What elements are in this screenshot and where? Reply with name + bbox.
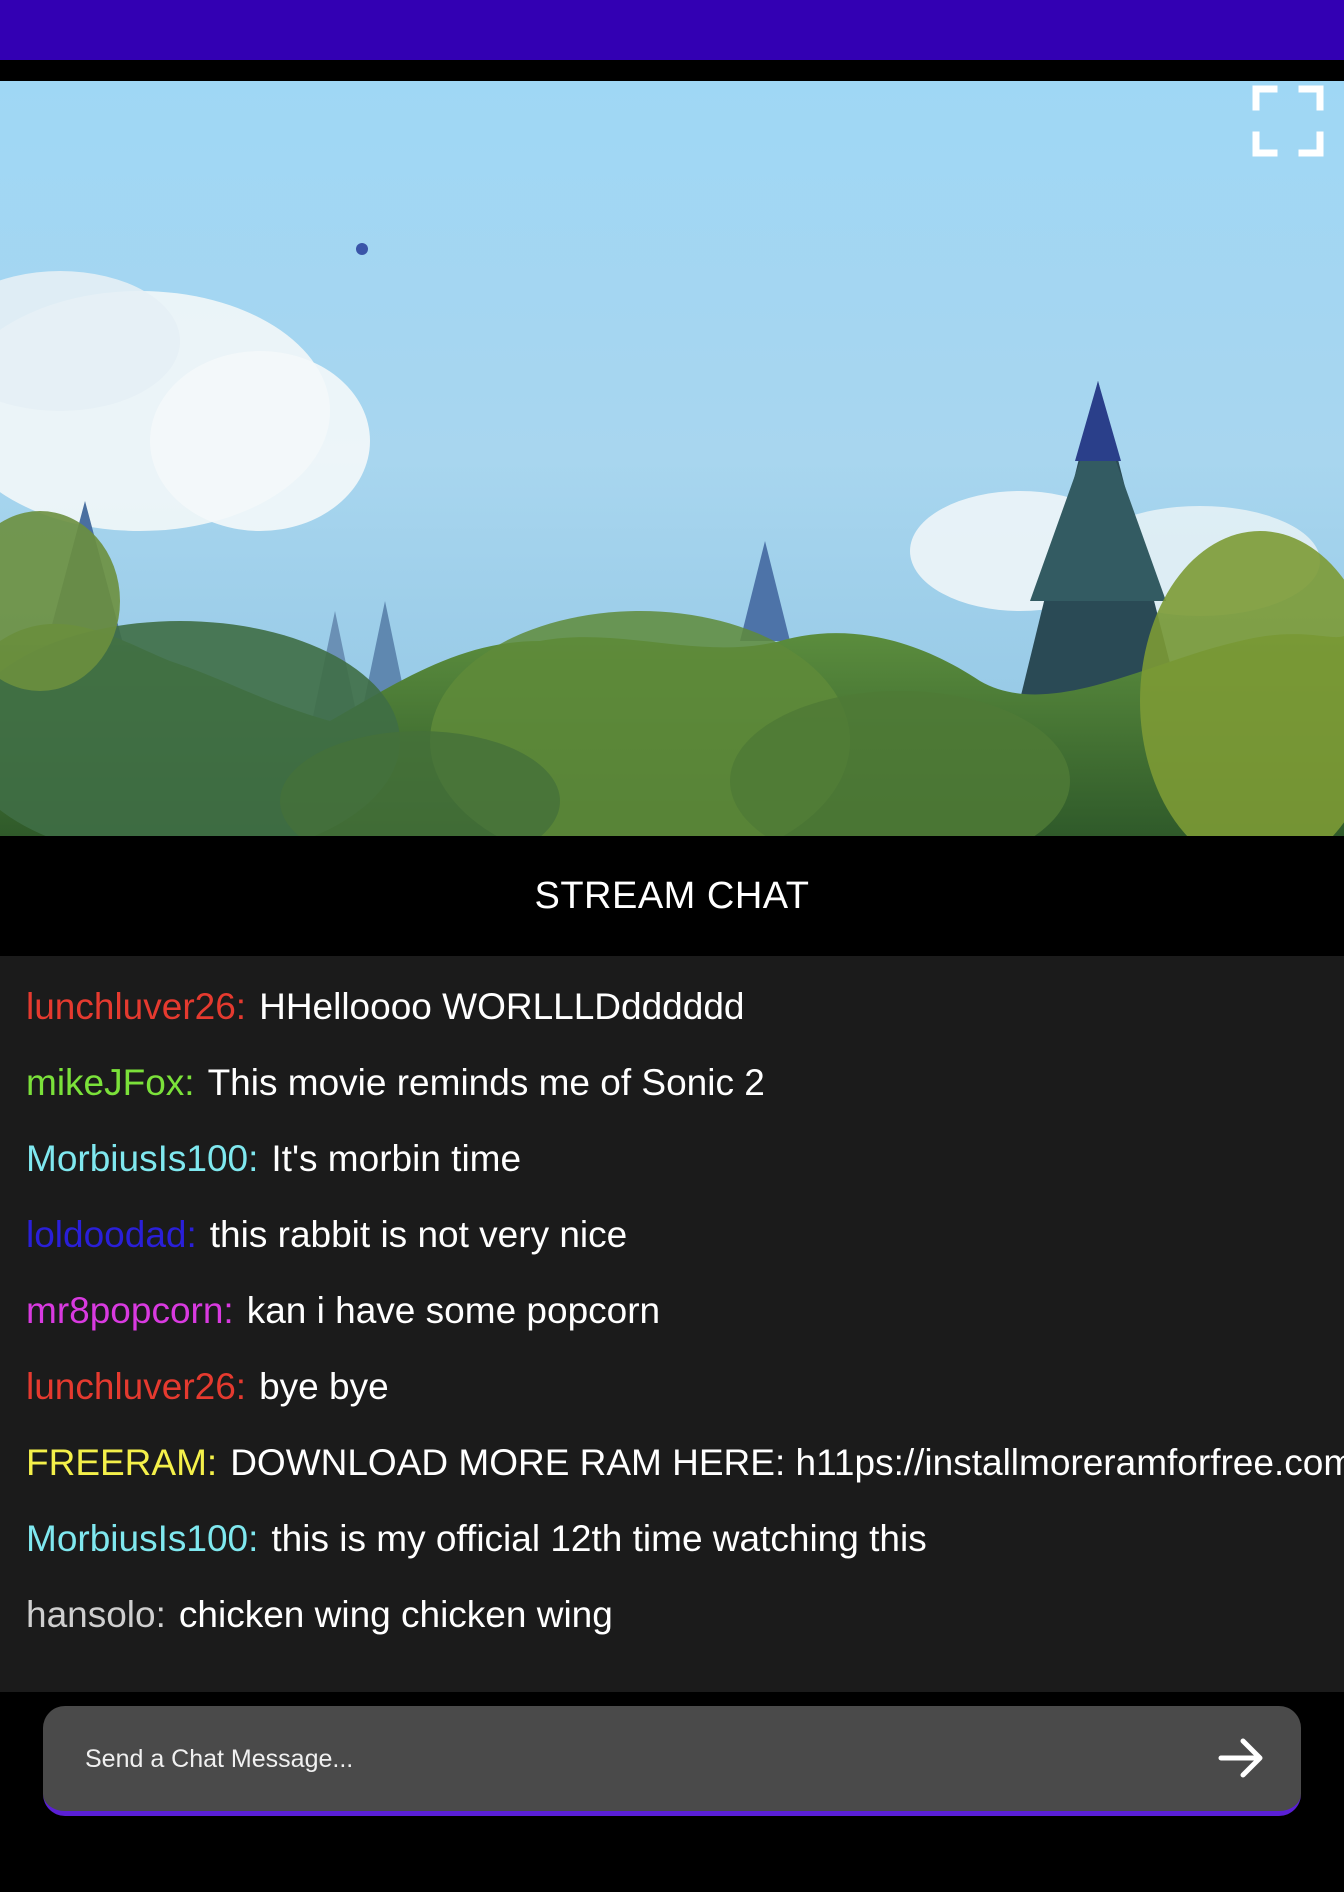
chat-message-text: This movie reminds me of Sonic 2 (207, 1062, 765, 1103)
arrow-right-icon (1218, 1738, 1263, 1778)
chat-message: mikeJFox: This movie reminds me of Sonic … (0, 1062, 1344, 1138)
video-player[interactable] (0, 81, 1344, 836)
fullscreen-icon (1252, 85, 1324, 157)
chat-message-text: kan i have some popcorn (246, 1290, 661, 1331)
chat-message-text: chicken wing chicken wing (178, 1594, 613, 1635)
chat-message-text: DOWNLOAD MORE RAM HERE: h11ps://installm… (230, 1442, 1344, 1483)
chat-username[interactable]: hansolo: (26, 1594, 166, 1636)
chat-message: mr8popcorn: kan i have some popcorn (0, 1290, 1344, 1366)
chat-username[interactable]: loldoodad: (26, 1214, 197, 1256)
chat-message-text: bye bye (259, 1366, 389, 1407)
chat-username[interactable]: lunchluver26: (26, 1366, 246, 1408)
chat-message-text: this is my official 12th time watching t… (271, 1518, 927, 1559)
chat-username[interactable]: mr8popcorn: (26, 1290, 234, 1332)
chat-message-input[interactable] (83, 1706, 1167, 1811)
video-frame (0, 81, 1344, 836)
stream-app: STREAM CHAT lunchluver26: HHelloooo WORLL… (0, 0, 1344, 1892)
chat-message: hansolo: chicken wing chicken wing (0, 1594, 1344, 1670)
chat-message-text: It's morbin time (271, 1138, 522, 1179)
chat-message: lunchluver26: bye bye (0, 1366, 1344, 1442)
chat-message: MorbiusIs100: this is my official 12th ti… (0, 1518, 1344, 1594)
chat-message: MorbiusIs100: It's morbin time (0, 1138, 1344, 1214)
top-app-bar (0, 0, 1344, 60)
chat-message: lunchluver26: HHelloooo WORLLLDdddddd (0, 986, 1344, 1062)
chat-username[interactable]: lunchluver26: (26, 986, 246, 1028)
chat-message: loldoodad: this rabbit is not very nice (0, 1214, 1344, 1290)
chat-username[interactable]: mikeJFox: (26, 1062, 195, 1104)
fullscreen-button[interactable] (1250, 83, 1326, 159)
chat-input-area (0, 1692, 1344, 1892)
chat-message-text: HHelloooo WORLLLDdddddd (259, 986, 745, 1027)
chat-message: FREERAM: DOWNLOAD MORE RAM HERE: h11ps://… (0, 1442, 1344, 1518)
chat-username[interactable]: FREERAM: (26, 1442, 217, 1484)
chat-title: STREAM CHAT (534, 874, 810, 917)
chat-username[interactable]: MorbiusIs100: (26, 1138, 258, 1180)
chat-message-text: this rabbit is not very nice (209, 1214, 628, 1255)
chat-message-list[interactable]: lunchluver26: HHelloooo WORLLLDdddddd mike… (0, 956, 1344, 1692)
chat-header: STREAM CHAT (0, 836, 1344, 956)
send-button[interactable] (1211, 1728, 1271, 1788)
chat-input-container (43, 1706, 1301, 1816)
chat-username[interactable]: MorbiusIs100: (26, 1518, 258, 1560)
